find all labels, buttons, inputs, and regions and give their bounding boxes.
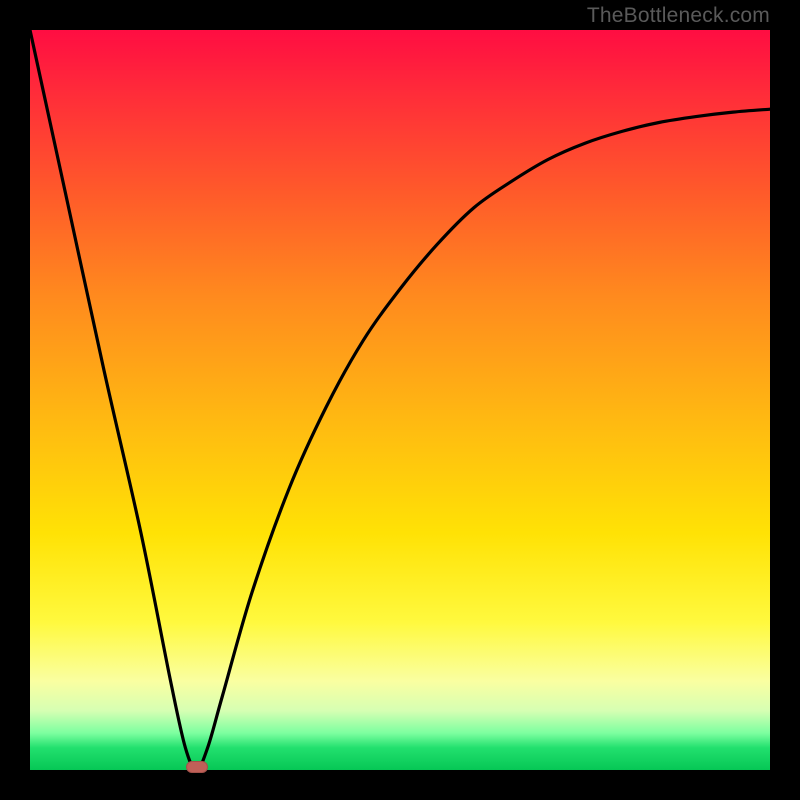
minimum-marker (186, 761, 208, 773)
chart-frame: TheBottleneck.com (0, 0, 800, 800)
attribution-text: TheBottleneck.com (587, 4, 770, 28)
plot-area (30, 30, 770, 770)
bottleneck-curve (30, 30, 770, 770)
